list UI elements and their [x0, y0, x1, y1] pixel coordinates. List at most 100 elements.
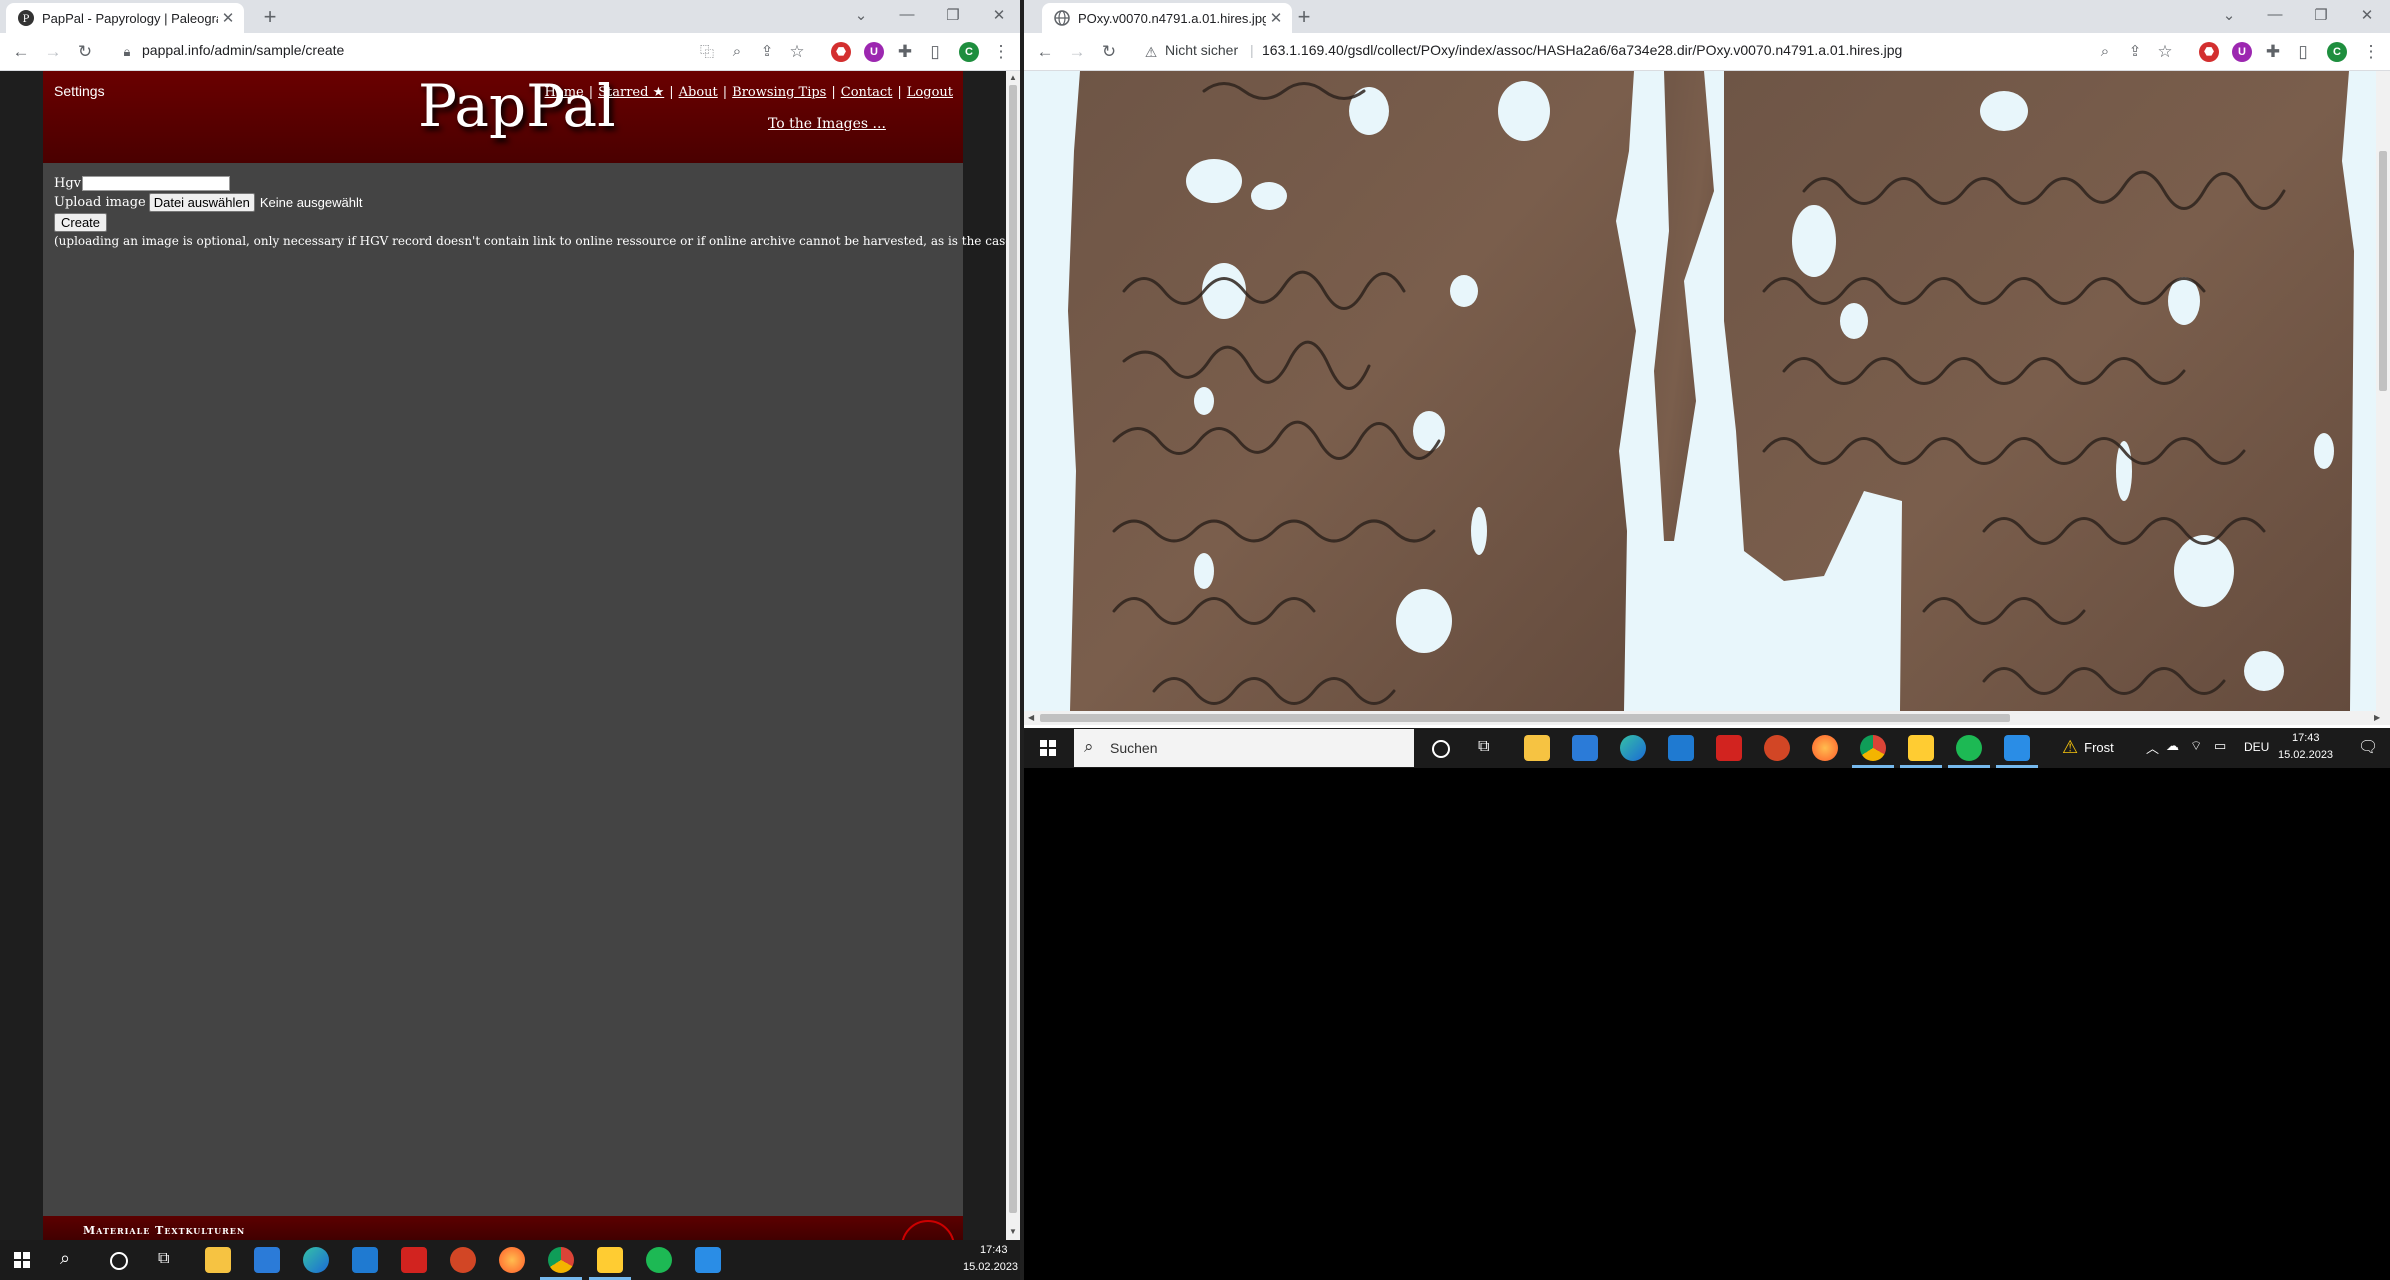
- photos-icon[interactable]: [2004, 735, 2030, 761]
- close-tab-icon[interactable]: ✕: [1266, 9, 1286, 27]
- firefox-icon[interactable]: [499, 1247, 525, 1273]
- hgv-input[interactable]: [82, 175, 231, 191]
- weather-widget[interactable]: ⚠ Frost: [2062, 737, 2114, 758]
- tab-search-icon[interactable]: ⌄: [2214, 6, 2244, 24]
- taskbar-search-box[interactable]: ⌕ Suchen: [1074, 729, 1414, 767]
- extension-purple-icon[interactable]: U: [2232, 42, 2252, 62]
- scroll-thumb[interactable]: [1009, 85, 1017, 1213]
- side-panel-icon[interactable]: ▯: [924, 41, 946, 63]
- nav-about[interactable]: About: [679, 85, 718, 100]
- scroll-thumb[interactable]: [2379, 151, 2387, 391]
- left-scrollbar[interactable]: ▲ ▼: [1006, 71, 1020, 1240]
- tab-papyrus-image[interactable]: POxy.v0070.n4791.a.01.hires.jpg ✕: [1042, 3, 1292, 33]
- to-images-link[interactable]: To the Images ...: [768, 116, 886, 132]
- edge-icon[interactable]: [303, 1247, 329, 1273]
- bookmark-star-icon[interactable]: ☆: [2154, 41, 2176, 63]
- battery-icon[interactable]: ▭: [2214, 738, 2226, 754]
- task-view-icon[interactable]: ⧉: [1478, 738, 1489, 756]
- file-explorer-icon[interactable]: [1524, 735, 1550, 761]
- extensions-puzzle-icon[interactable]: ✚: [894, 41, 916, 63]
- minimize-icon[interactable]: —: [892, 6, 922, 23]
- tab-pappal[interactable]: P PapPal - Papyrology | Paleography ✕: [6, 3, 244, 33]
- photos-icon[interactable]: [695, 1247, 721, 1273]
- zoom-icon[interactable]: ⌕: [726, 41, 748, 63]
- language-indicator[interactable]: DEU: [2244, 740, 2269, 754]
- task-view-icon[interactable]: ⧉: [158, 1250, 169, 1268]
- nav-home[interactable]: Home: [545, 85, 584, 100]
- close-tab-icon[interactable]: ✕: [218, 9, 238, 27]
- nav-contact[interactable]: Contact: [841, 85, 893, 100]
- extension-red-icon[interactable]: ⬣: [831, 42, 851, 62]
- reload-icon[interactable]: ↻: [74, 41, 96, 63]
- bookmark-star-icon[interactable]: ☆: [786, 41, 808, 63]
- powerpoint-icon[interactable]: [450, 1247, 476, 1273]
- share-icon[interactable]: ⇪: [2124, 41, 2146, 63]
- notes-icon[interactable]: [597, 1247, 623, 1273]
- extensions-puzzle-icon[interactable]: ✚: [2262, 41, 2284, 63]
- zoom-icon[interactable]: ⌕: [2094, 41, 2116, 63]
- cortana-icon[interactable]: [1432, 740, 1450, 758]
- acrobat-icon[interactable]: [401, 1247, 427, 1273]
- mail-icon[interactable]: [352, 1247, 378, 1273]
- spotify-icon[interactable]: [646, 1247, 672, 1273]
- tab-search-icon[interactable]: ⌄: [846, 6, 876, 24]
- forward-icon[interactable]: →: [1066, 41, 1088, 63]
- nav-starred[interactable]: Starred ★: [598, 85, 664, 100]
- menu-kebab-icon[interactable]: ⋮: [2360, 41, 2382, 63]
- close-window-icon[interactable]: ✕: [2352, 6, 2382, 24]
- search-icon[interactable]: ⌕: [60, 1248, 70, 1269]
- forward-icon[interactable]: →: [42, 41, 64, 63]
- back-icon[interactable]: ←: [1034, 41, 1056, 63]
- start-windows-icon[interactable]: [1040, 740, 1056, 756]
- back-icon[interactable]: ←: [10, 41, 32, 63]
- restore-icon[interactable]: ❐: [938, 6, 968, 24]
- profile-avatar[interactable]: C: [2327, 42, 2347, 62]
- nav-logout[interactable]: Logout: [907, 85, 953, 100]
- chrome-icon[interactable]: [548, 1247, 574, 1273]
- scroll-right-arrow-icon[interactable]: ▶: [2374, 713, 2380, 722]
- minimize-icon[interactable]: —: [2260, 6, 2290, 23]
- scroll-up-arrow-icon[interactable]: ▲: [1009, 73, 1017, 82]
- translate-icon[interactable]: ⿻: [696, 41, 718, 63]
- clock-time[interactable]: 17:43: [980, 1244, 1008, 1256]
- powerpoint-icon[interactable]: [1764, 735, 1790, 761]
- store-icon[interactable]: [254, 1247, 280, 1273]
- scroll-left-arrow-icon[interactable]: ◀: [1028, 713, 1034, 722]
- scroll-thumb[interactable]: [1040, 714, 2010, 722]
- clock-date[interactable]: 15.02.2023: [2278, 749, 2333, 761]
- address-bar[interactable]: 163.1.169.40/gsdl/collect/POxy/index/ass…: [1262, 42, 1902, 58]
- scroll-down-arrow-icon[interactable]: ▼: [1009, 1227, 1017, 1236]
- close-window-icon[interactable]: ✕: [984, 6, 1014, 24]
- wifi-icon[interactable]: ⌔: [2190, 738, 2202, 754]
- right-scrollbar-horizontal[interactable]: ◀ ▶: [1024, 711, 2390, 725]
- chrome-icon[interactable]: [1860, 735, 1886, 761]
- store-icon[interactable]: [1572, 735, 1598, 761]
- mail-icon[interactable]: [1668, 735, 1694, 761]
- nav-browsing-tips[interactable]: Browsing Tips: [732, 85, 826, 100]
- right-scrollbar-vertical[interactable]: [2376, 71, 2390, 711]
- spotify-icon[interactable]: [1956, 735, 1982, 761]
- start-windows-icon[interactable]: [14, 1252, 30, 1268]
- restore-icon[interactable]: ❐: [2306, 6, 2336, 24]
- acrobat-icon[interactable]: [1716, 735, 1742, 761]
- cortana-icon[interactable]: [110, 1252, 128, 1270]
- extension-red-icon[interactable]: ⬣: [2199, 42, 2219, 62]
- sync-status-icon[interactable]: ☁: [2166, 738, 2179, 754]
- address-bar[interactable]: pappal.info/admin/sample/create: [142, 42, 344, 58]
- side-panel-icon[interactable]: ▯: [2292, 41, 2314, 63]
- clock-time[interactable]: 17:43: [2292, 732, 2320, 744]
- share-icon[interactable]: ⇪: [756, 41, 778, 63]
- security-label[interactable]: Nicht sicher: [1165, 42, 1238, 58]
- notes-icon[interactable]: [1908, 735, 1934, 761]
- clock-date[interactable]: 15.02.2023: [963, 1261, 1018, 1273]
- papyrus-image[interactable]: [1024, 71, 2376, 711]
- new-tab-icon[interactable]: +: [258, 6, 282, 28]
- show-hidden-icons-icon[interactable]: ︿: [2146, 738, 2159, 757]
- warning-icon[interactable]: ⚠: [1140, 41, 1162, 63]
- choose-file-button[interactable]: Datei auswählen: [148, 192, 255, 212]
- reload-icon[interactable]: ↻: [1098, 41, 1120, 63]
- extension-purple-icon[interactable]: U: [864, 42, 884, 62]
- edge-icon[interactable]: [1620, 735, 1646, 761]
- new-tab-icon[interactable]: +: [1292, 6, 1316, 28]
- file-explorer-icon[interactable]: [205, 1247, 231, 1273]
